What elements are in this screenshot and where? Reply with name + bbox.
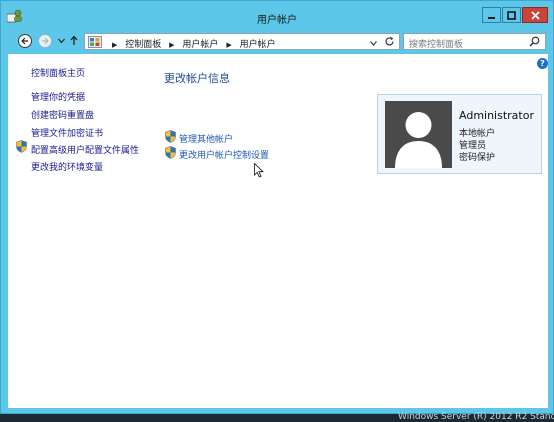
navigation-bar: ▶ 控制面板 ▶ 用户帐户 ▶ 用户帐户 搜索控制面板 — [8, 31, 548, 53]
sidebar-link-manage-credentials[interactable]: 管理你的凭据 — [31, 90, 85, 103]
uac-shield-icon — [16, 140, 27, 156]
search-field[interactable]: 搜索控制面板 — [403, 33, 546, 50]
avatar — [385, 101, 452, 168]
user-silhouette-icon — [395, 112, 442, 168]
search-icon[interactable] — [529, 36, 540, 50]
search-placeholder: 搜索控制面板 — [409, 40, 464, 50]
recent-locations-chevron-icon[interactable] — [58, 37, 65, 47]
arrow-left-icon — [21, 37, 28, 45]
help-icon[interactable]: ? — [537, 58, 548, 69]
sidebar-home-link[interactable]: 控制面板主页 — [31, 66, 85, 79]
sidebar-link-password-reset-disk[interactable]: 创建密码重置盘 — [31, 108, 94, 121]
breadcrumb-separator-icon[interactable]: ▶ — [226, 41, 231, 49]
uac-shield-icon — [165, 146, 176, 162]
sidebar-link-environment-variables[interactable]: 更改我的环境变量 — [31, 160, 103, 173]
user-name: Administrator — [459, 109, 534, 122]
sidebar-link-advanced-profile-properties[interactable]: 配置高级用户配置文件属性 — [31, 143, 139, 156]
forward-button[interactable] — [38, 34, 52, 48]
user-account-card: Administrator 本地帐户 管理员 密码保护 — [377, 94, 542, 174]
change-uac-settings-link[interactable]: 更改用户帐户控制设置 — [179, 148, 269, 161]
manage-other-accounts-link[interactable]: 管理其他帐户 — [179, 132, 233, 145]
address-bar[interactable]: ▶ 控制面板 ▶ 用户帐户 ▶ 用户帐户 — [84, 33, 400, 50]
content-pane: ? 控制面板主页 管理你的凭据 创建密码重置盘 管理文件加密证书 配置高级用户配… — [8, 54, 548, 408]
os-watermark: Windows Server (R) 2012 R2 Standard — [398, 412, 554, 422]
back-button[interactable] — [18, 34, 32, 48]
up-arrow-icon[interactable] — [70, 35, 78, 49]
breadcrumb-item[interactable]: 用户帐户 — [240, 37, 276, 50]
address-dropdown-icon[interactable] — [370, 39, 377, 49]
maximize-button[interactable] — [502, 7, 521, 23]
breadcrumb-separator-icon[interactable]: ▶ — [169, 41, 174, 49]
refresh-icon[interactable] — [384, 36, 395, 50]
control-panel-icon — [88, 36, 102, 51]
breadcrumb-item[interactable]: 控制面板 — [125, 37, 161, 50]
breadcrumb: ▶ 控制面板 ▶ 用户帐户 ▶ 用户帐户 — [107, 37, 276, 50]
title-bar[interactable]: 用户帐户 — [1, 1, 553, 33]
window-title: 用户帐户 — [257, 15, 297, 26]
mouse-cursor-icon — [254, 162, 264, 181]
breadcrumb-item[interactable]: 用户帐户 — [182, 37, 218, 50]
password-status: 密码保护 — [459, 153, 496, 163]
arrow-right-icon — [42, 37, 49, 45]
breadcrumb-separator-icon: ▶ — [112, 41, 118, 49]
uac-shield-icon — [165, 130, 176, 146]
minimize-button[interactable] — [482, 7, 501, 23]
app-window: 用户帐户 ▶ 控制面板 ▶ 用户帐户 ▶ 用户帐户 搜索控制面板 ? 控制面板主… — [0, 0, 554, 414]
close-button[interactable] — [522, 7, 548, 23]
sidebar-link-file-encryption-certificates[interactable]: 管理文件加密证书 — [31, 126, 103, 139]
page-title: 更改帐户信息 — [164, 72, 230, 85]
